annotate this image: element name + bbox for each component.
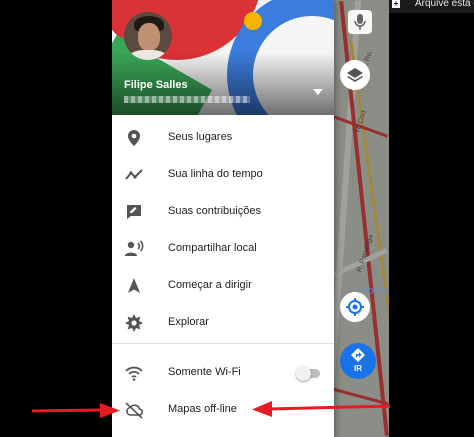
explore-icon <box>125 314 143 332</box>
annotation-arrow-left <box>252 401 390 417</box>
my-location-icon <box>346 298 364 316</box>
notification-text: Arquive esta c <box>415 0 474 9</box>
chevron-down-icon[interactable] <box>313 88 323 96</box>
navigation-drawer: Filipe Salles Seus lugares Sua linha do … <box>112 0 334 437</box>
timeline-icon <box>125 169 143 180</box>
share-location-icon <box>125 240 144 256</box>
contributions-icon <box>127 205 141 219</box>
directions-icon <box>351 348 365 362</box>
wifi-icon <box>125 366 143 381</box>
phone-screen: R. Cort R. Paratinga Av. Ro. POSTO IR Fi… <box>112 0 389 437</box>
layers-button[interactable] <box>340 60 370 90</box>
menu-item-share-location[interactable]: Compartilhar local <box>112 231 334 267</box>
directions-go-button[interactable]: IR <box>340 343 376 379</box>
notification-banner[interactable]: + Arquive esta c <box>389 0 474 13</box>
cloud-off-icon <box>125 402 144 419</box>
menu-item-label: Mapas off-line <box>168 403 237 415</box>
menu-item-label: Compartilhar local <box>168 242 257 254</box>
menu-item-label: Sua linha do tempo <box>168 168 263 180</box>
voice-search-button[interactable] <box>348 10 372 34</box>
account-email-redacted <box>124 96 250 103</box>
menu-item-explore[interactable]: Explorar <box>112 305 334 341</box>
menu-item-label: Explorar <box>168 316 209 328</box>
menu-item-your-places[interactable]: Seus lugares <box>112 120 334 156</box>
menu-divider <box>112 343 334 344</box>
wifi-only-toggle[interactable] <box>296 364 320 382</box>
menu-item-contributions[interactable]: Suas contribuições <box>112 194 334 230</box>
account-name: Filipe Salles <box>124 79 188 91</box>
menu-item-label: Somente Wi-Fi <box>168 366 241 378</box>
layers-icon <box>347 68 363 82</box>
menu-item-label: Começar a dirigir <box>168 279 252 291</box>
avatar[interactable] <box>124 12 172 60</box>
place-pin-icon <box>128 130 140 146</box>
account-header[interactable]: Filipe Salles <box>112 0 334 115</box>
go-label: IR <box>354 364 362 373</box>
microphone-icon <box>354 14 366 30</box>
menu-item-timeline[interactable]: Sua linha do tempo <box>112 157 334 193</box>
annotation-arrow-right <box>32 403 120 418</box>
menu-item-start-driving[interactable]: Começar a dirigir <box>112 268 334 304</box>
add-icon: + <box>392 0 400 8</box>
menu-item-label: Suas contribuições <box>168 205 261 217</box>
navigation-arrow-icon <box>128 278 140 293</box>
menu-item-label: Seus lugares <box>168 131 233 143</box>
my-location-button[interactable] <box>340 292 370 322</box>
